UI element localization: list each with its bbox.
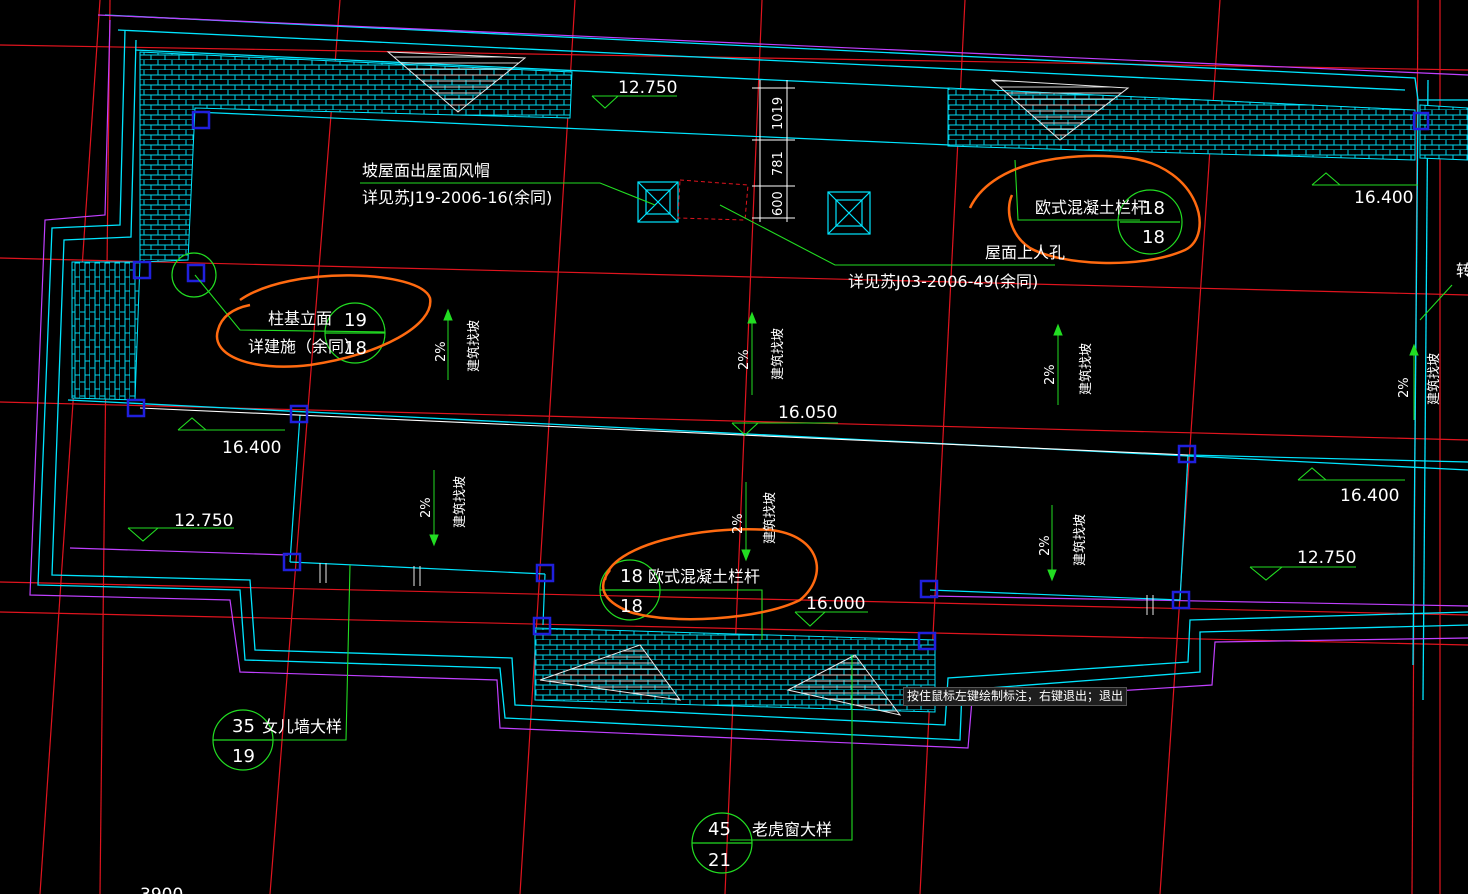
callout-sheet: 18 [1142,227,1165,248]
vent-note-title: 坡屋面出屋面风帽 [362,161,490,180]
slope-percent: 2% [1043,364,1058,385]
callout-label: 女儿墙大样 [262,717,342,736]
callout-sheet: 21 [708,850,731,871]
slope-percent: 2% [1038,535,1053,556]
hatch-note-title: 屋面上人孔 [985,243,1065,262]
callout-label: 欧式混凝土栏杆 [648,567,760,586]
callout-number: 35 [232,716,255,737]
dimension-label: 781 [771,151,786,176]
callout-sheet: 18 [344,338,367,359]
callout-label: 欧式混凝土栏杆 [1035,198,1147,217]
slope-percent: 2% [434,341,449,362]
callout-number: 19 [344,310,367,331]
slope-text: 建筑找坡 [1426,353,1442,405]
dimension-label: 600 [771,191,786,216]
slope-percent: 2% [419,497,434,518]
dormer-hatch [386,51,1130,716]
elevation-label: 16.400 [1354,188,1413,208]
slope-text: 建筑找坡 [762,492,778,544]
elevation-label: 16.000 [806,594,865,614]
edge-note: 转 [1456,261,1468,280]
annotation-text: 12.750 16.400 16.400 16.050 16.400 12.75… [140,78,1468,894]
elevation-label: 12.750 [174,511,233,531]
vent-note-ref: 详见苏J19-2006-16(余同) [362,188,552,207]
slope-text: 建筑找坡 [1072,514,1088,566]
slope-percent: 2% [731,513,746,534]
elevation-label: 16.400 [222,438,281,458]
slope-arrows [429,308,1419,582]
callout-sheet: 18 [620,596,643,617]
hatch-note-ref: 详见苏J03-2006-49(余同) [848,272,1038,291]
callout-number: 18 [1142,198,1165,219]
callout-label: 老虎窗大样 [752,820,832,839]
detail-callout-circles [171,189,1183,874]
dimension-label: 1019 [771,97,786,130]
bottom-dimension: 3900 [140,885,183,894]
cad-drawing-canvas[interactable]: 12.750 16.400 16.400 16.050 16.400 12.75… [0,0,1468,894]
elevation-label: 16.050 [778,403,837,423]
elevation-label: 12.750 [1297,548,1356,568]
slope-text: 建筑找坡 [770,328,786,380]
command-prompt-tooltip: 按住鼠标左键绘制标注，右键退出；退出 [903,687,1128,706]
slope-text: 建筑找坡 [1078,343,1094,395]
slope-percent: 2% [1397,377,1412,398]
slope-percent: 2% [737,349,752,370]
slope-text: 建筑找坡 [452,476,468,528]
callout-number: 18 [620,566,643,587]
callout-sheet: 19 [232,746,255,767]
callout-number: 45 [708,819,731,840]
slope-text: 建筑找坡 [466,320,482,372]
leader-lines [194,159,1453,841]
roof-tile-band-top [71,51,1468,713]
elevation-label: 12.750 [618,78,677,98]
callout-label: 柱基立面 [268,309,332,328]
elevation-label: 16.400 [1340,486,1399,506]
